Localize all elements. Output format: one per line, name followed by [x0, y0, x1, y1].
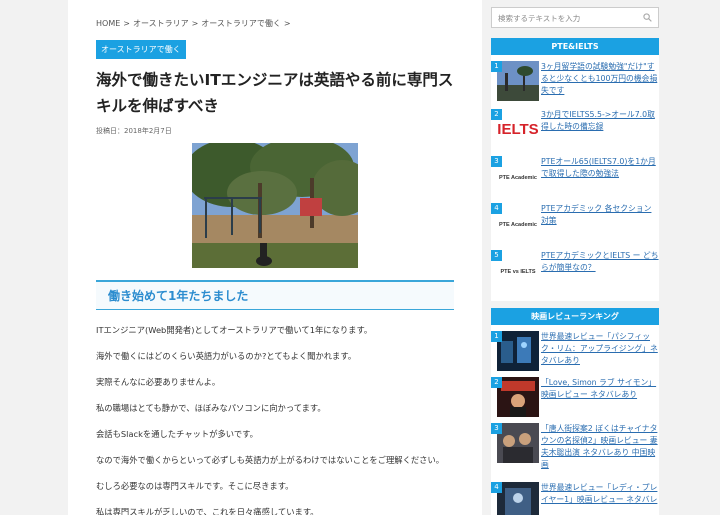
- ranking-link[interactable]: PTEアカデミックとIELTS ー どちらが簡単なの？: [541, 250, 659, 274]
- ranking-item[interactable]: 2 「Love, Simon ラブ サイモン」映画レビュー ネタバレあり: [491, 377, 659, 423]
- thumb-label: PTE Academic: [499, 175, 537, 181]
- section-heading: 働き始めて1年たちました: [96, 280, 454, 310]
- ranking-item[interactable]: 4 世界最速レビュー「レディ・プレイヤー1」映画レビュー ネタバレ: [491, 482, 659, 515]
- thumbnail-movie[interactable]: [497, 482, 539, 515]
- ranking-link[interactable]: PTEアカデミック 各セクション対策: [541, 203, 659, 227]
- ranking-link[interactable]: 世界最速レビュー「パシフィック・リム：アップライジング」ネタバレあり: [541, 331, 659, 367]
- main-content: HOME > オーストラリア > オーストラリアで働く > オーストラリアで働く 海外で働…: [68, 0, 482, 515]
- rank-number: 1: [491, 61, 502, 72]
- ranking-item[interactable]: 1 世界最速レビュー「パシフィック・リム：アップライジング」ネタバレあり: [491, 331, 659, 377]
- thumb-label: IELTS: [497, 121, 538, 138]
- thumbnail-pte-logo[interactable]: PTE Academic: [497, 156, 539, 196]
- thumbnail-movie[interactable]: [497, 377, 539, 417]
- search-placeholder: 検索するテキストを入力: [498, 14, 581, 23]
- ranking-item[interactable]: 3 「唐人街探案2 ぼくはチャイナタウンの名探偵2」映画レビュー 妻夫木聡出演 …: [491, 423, 659, 469]
- widget-title-movie-ranking: 映画レビューランキング: [491, 308, 659, 325]
- ranking-link[interactable]: 「Love, Simon ラブ サイモン」映画レビュー ネタバレあり: [541, 377, 659, 401]
- ranking-link[interactable]: PTEオール65(IELTS7.0)を1か月で取得した際の勉強法: [541, 156, 659, 180]
- paragraph: ITエンジニア(Web開発者)としてオーストラリアで働いて1年になります。: [96, 325, 373, 335]
- paragraph: 私の職場はとても静かで、ほぼみなパソコンに向かってます。: [96, 403, 326, 413]
- paragraph: なので海外で働くからといって必ずしも英語力が上がるわけではないことをご理解くださ…: [96, 455, 445, 465]
- rank-number: 3: [491, 423, 502, 434]
- thumbnail-ielts-logo[interactable]: IELTS: [497, 109, 539, 149]
- post-date: 投稿日：2018年2月7日: [96, 127, 172, 135]
- rank-number: 4: [491, 482, 502, 493]
- rank-number: 2: [491, 377, 502, 388]
- breadcrumb-home[interactable]: HOME: [96, 19, 120, 28]
- thumb-label: PTE vs IELTS: [500, 269, 535, 275]
- breadcrumb-separator: >: [123, 19, 130, 28]
- rank-number: 3: [491, 156, 502, 167]
- widget-pte-ielts: 1 3ヶ月留学語の試験勉強"だけ"すると少なくとも100万円の機会損失です 2 …: [491, 55, 659, 301]
- page-title: 海外で働きたいITエンジニアは英語やる前に専門スキルを伸ばすべき: [96, 71, 454, 115]
- ranking-link[interactable]: 3ヶ月留学語の試験勉強"だけ"すると少なくとも100万円の機会損失です: [541, 61, 659, 97]
- breadcrumb: HOME > オーストラリア > オーストラリアで働く >: [96, 18, 454, 29]
- paragraph: 会話もSlackを通したチャットが多いです。: [96, 429, 258, 439]
- category-badge[interactable]: オーストラリアで働く: [96, 40, 186, 59]
- breadcrumb-work-in-australia[interactable]: オーストラリアで働く: [201, 19, 281, 28]
- ranking-link[interactable]: 「唐人街探案2 ぼくはチャイナタウンの名探偵2」映画レビュー 妻夫木聡出演 ネタ…: [541, 423, 659, 471]
- paragraph: むしろ必要なのは専門スキルです。そこに尽きます。: [96, 481, 294, 491]
- ranking-item[interactable]: 5 PTE vs IELTS PTEアカデミックとIELTS ー どちらが簡単な…: [491, 250, 659, 296]
- breadcrumb-australia[interactable]: オーストラリア: [133, 19, 189, 28]
- search-icon[interactable]: [643, 13, 652, 22]
- thumb-label: PTE Academic: [499, 222, 537, 228]
- ranking-item[interactable]: 1 3ヶ月留学語の試験勉強"だけ"すると少なくとも100万円の機会損失です: [491, 61, 659, 107]
- search-input[interactable]: 検索するテキストを入力: [491, 7, 659, 28]
- paragraph: 海外で働くにはどのくらい英語力がいるのか?とてもよく聞かれます。: [96, 351, 357, 361]
- rank-number: 5: [491, 250, 502, 261]
- breadcrumb-separator: >: [191, 19, 199, 28]
- ranking-item[interactable]: 3 PTE Academic PTEオール65(IELTS7.0)を1か月で取得…: [491, 156, 659, 202]
- ranking-item[interactable]: 2 IELTS 3か月でIELTS5.5->オール7.0取得した時の備忘録: [491, 109, 659, 155]
- widget-title-pte-ielts: PTE&IELTS: [491, 38, 659, 55]
- hero-image: [192, 143, 358, 268]
- breadcrumb-separator: >: [283, 19, 291, 28]
- widget-movie-ranking: 1 世界最速レビュー「パシフィック・リム：アップライジング」ネタバレあり 2 「…: [491, 325, 659, 515]
- rank-number: 1: [491, 331, 502, 342]
- ranking-link[interactable]: 3か月でIELTS5.5->オール7.0取得した時の備忘録: [541, 109, 659, 133]
- ranking-link[interactable]: 世界最速レビュー「レディ・プレイヤー1」映画レビュー ネタバレ: [541, 482, 659, 506]
- rank-number: 2: [491, 109, 502, 120]
- article-body: ITエンジニア(Web開発者)としてオーストラリアで働いて1年になります。 海外…: [96, 324, 454, 515]
- rank-number: 4: [491, 203, 502, 214]
- thumbnail-photo[interactable]: [497, 61, 539, 101]
- paragraph: 実際そんなに必要ありませんよ。: [96, 377, 221, 387]
- thumbnail-pte-vs-ielts[interactable]: PTE vs IELTS: [497, 250, 539, 290]
- thumbnail-movie[interactable]: [497, 331, 539, 371]
- thumbnail-movie[interactable]: [497, 423, 539, 463]
- thumbnail-pte-logo[interactable]: PTE Academic: [497, 203, 539, 243]
- ranking-item[interactable]: 4 PTE Academic PTEアカデミック 各セクション対策: [491, 203, 659, 249]
- paragraph: 私は専門スキルが乏しいので、これを日々痛感しています。: [96, 507, 319, 515]
